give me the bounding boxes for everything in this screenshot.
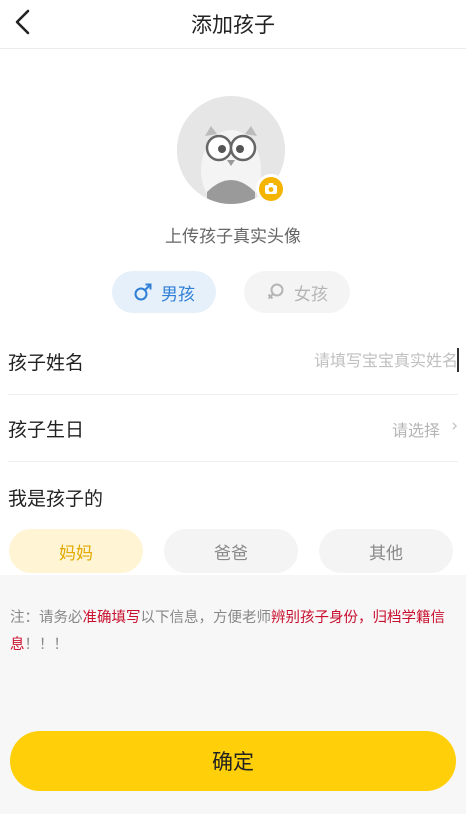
notice-part: 以下信息，方便老师 [140, 610, 272, 626]
chevron-right-icon: › [451, 416, 458, 436]
notice-text: 注：请务必准确填写以下信息，方便老师辨别孩子身份，归档学籍信息！！！ [10, 605, 452, 659]
female-icon [267, 283, 284, 300]
notice-part: ！！！ [24, 637, 69, 653]
child-birthday-row[interactable]: 孩子生日 请选择 › [8, 395, 458, 462]
gender-female-button[interactable]: 女孩 [244, 271, 350, 313]
camera-icon[interactable] [256, 174, 286, 204]
text-caret [457, 348, 459, 372]
gender-female-label: 女孩 [294, 284, 328, 305]
gender-male-button[interactable]: 男孩 [112, 271, 216, 313]
upload-avatar-label: 上传孩子真实头像 [165, 227, 301, 247]
male-icon [134, 283, 152, 301]
relation-mom-button[interactable]: 妈妈 [9, 529, 143, 573]
page-title: 添加孩子 [191, 13, 275, 37]
gender-male-label: 男孩 [161, 284, 195, 305]
nav-header: 添加孩子 [0, 0, 466, 49]
relation-other-button[interactable]: 其他 [319, 529, 453, 573]
notice-part: 注：请务必 [10, 610, 83, 626]
child-name-label: 孩子姓名 [8, 352, 85, 374]
confirm-button[interactable]: 确定 [10, 731, 456, 791]
relation-dad-button[interactable]: 爸爸 [164, 529, 298, 573]
birthday-select-value[interactable]: 请选择 [392, 417, 440, 441]
relation-title: 我是孩子的 [8, 488, 104, 510]
child-name-input[interactable] [258, 346, 458, 374]
notice-highlight: 准确填写 [82, 610, 141, 626]
child-name-row: 孩子姓名 [8, 328, 459, 395]
child-birthday-label: 孩子生日 [8, 419, 85, 441]
